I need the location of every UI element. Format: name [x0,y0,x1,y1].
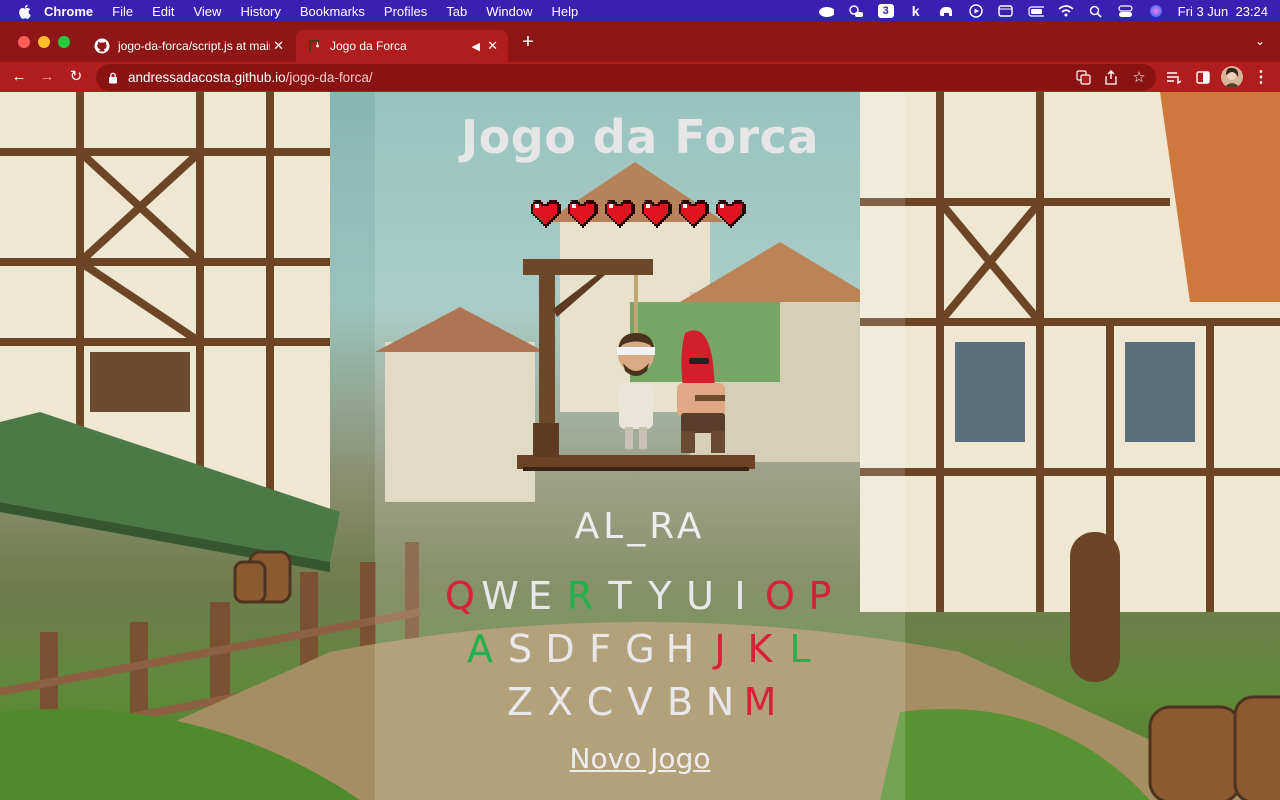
key-s[interactable]: S [500,627,540,671]
gallows-favicon-icon [306,38,322,54]
key-m[interactable]: M [740,680,780,724]
window-icon[interactable] [998,4,1014,18]
heart-icon [568,200,598,228]
gallows-illustration [517,259,755,471]
github-icon [94,38,110,54]
key-b[interactable]: B [660,680,700,724]
lock-icon[interactable] [108,71,120,85]
reload-icon[interactable]: ↻ [66,67,86,87]
menu-bookmarks[interactable]: Bookmarks [300,4,365,19]
chrome-menu-icon[interactable]: ⋮ [1251,67,1271,87]
play-circle-icon[interactable] [968,4,984,18]
siri-icon[interactable] [1148,4,1164,18]
weather-icon[interactable] [848,4,864,18]
key-g[interactable]: G [620,627,660,671]
hidden-word-display: AL_RA [574,506,706,547]
key-d[interactable]: D [540,627,580,671]
key-z[interactable]: Z [500,680,540,724]
forward-arrow-icon[interactable]: → [37,67,57,87]
key-u[interactable]: U [680,574,720,618]
minimize-window-button[interactable] [38,36,50,48]
keyboard-row-2: ASDFGHJKL [375,627,905,671]
key-r[interactable]: R [560,574,600,618]
key-l[interactable]: L [780,627,820,671]
tab-search-chevron-icon[interactable]: ⌄ [1252,34,1268,50]
game-title: Jogo da Forca [461,110,819,164]
tab-title: jogo-da-forca/script.js at main [118,39,270,53]
key-v[interactable]: V [620,680,660,724]
new-game-button[interactable]: Novo Jogo [375,742,905,775]
translate-icon[interactable] [1074,68,1092,86]
key-t[interactable]: T [600,574,640,618]
menu-tab[interactable]: Tab [446,4,467,19]
lives-hearts [529,198,746,228]
heart-icon [531,200,561,228]
profile-avatar[interactable] [1221,66,1243,88]
address-bar[interactable]: andressadacosta.github.io/jogo-da-forca/ [96,64,1156,91]
battery-icon[interactable] [1028,4,1044,18]
side-panel-icon[interactable] [1193,67,1213,87]
key-p[interactable]: P [800,574,840,618]
menu-view[interactable]: View [193,4,221,19]
key-h[interactable]: H [660,627,700,671]
bookmark-star-icon[interactable]: ☆ [1130,68,1148,86]
heart-icon [716,200,746,228]
tab-strip: jogo-da-forca/script.js at main ✕ Jogo d… [0,22,1280,62]
heart-icon [605,200,635,228]
menu-app-name[interactable]: Chrome [44,4,93,19]
tab-title: Jogo da Forca [330,39,407,53]
keyboard-row-3: ZXCVBNM [375,680,905,724]
close-window-button[interactable] [18,36,30,48]
key-i[interactable]: I [720,574,760,618]
new-tab-button[interactable]: + [518,32,538,52]
menu-file[interactable]: File [112,4,133,19]
reading-list-icon[interactable] [1164,67,1184,87]
menubar-clock[interactable]: Fri 3 Jun 23:24 [1178,4,1268,19]
key-e[interactable]: E [520,574,560,618]
menu-window[interactable]: Window [486,4,532,19]
page-viewport: Jogo da Forca AL_RA QWERTYUIOP ASDFGHJKL… [0,92,1280,800]
key-f[interactable]: F [580,627,620,671]
control-center-icon[interactable] [1118,4,1134,18]
url-path: /jogo-da-forca/ [285,70,373,85]
url-host: andressadacosta.github.io [128,70,286,85]
key-q[interactable]: Q [440,574,480,618]
macos-menubar: Chrome File Edit View History Bookmarks … [0,0,1280,22]
menu-help[interactable]: Help [552,4,579,19]
browser-toolbar: ← → ↻ andressadacosta.github.io/jogo-da-… [0,62,1280,92]
badge-number-icon[interactable]: 3 [877,4,894,18]
speaker-muted-icon[interactable]: ◀︎ [472,40,480,53]
menu-profiles[interactable]: Profiles [384,4,427,19]
key-n[interactable]: N [700,680,740,724]
keyboard-row-1: QWERTYUIOP [375,574,905,618]
key-j[interactable]: J [700,627,740,671]
key-x[interactable]: X [540,680,580,724]
heart-icon [679,200,709,228]
tab-jogo-da-forca[interactable]: Jogo da Forca ◀︎ ✕ [296,30,508,62]
zoom-window-button[interactable] [58,36,70,48]
wifi-icon[interactable] [1058,4,1074,18]
cloud-icon[interactable] [818,4,834,18]
spotlight-search-icon[interactable] [1088,4,1104,18]
close-tab-icon[interactable]: ✕ [273,38,284,54]
key-o[interactable]: O [760,574,800,618]
menu-history[interactable]: History [240,4,280,19]
apple-icon[interactable] [16,3,32,19]
key-k[interactable]: K [740,627,780,671]
close-tab-icon[interactable]: ✕ [487,38,498,54]
key-w[interactable]: W [480,574,520,618]
key-a[interactable]: A [460,627,500,671]
share-icon[interactable] [1102,68,1120,86]
menu-edit[interactable]: Edit [152,4,174,19]
key-c[interactable]: C [580,680,620,724]
tab-github-script[interactable]: jogo-da-forca/script.js at main ✕ [84,30,294,62]
heart-icon [642,200,672,228]
back-arrow-icon[interactable]: ← [9,67,29,87]
k-app-icon[interactable]: k [908,3,924,19]
key-y[interactable]: Y [640,574,680,618]
elephant-icon[interactable] [938,4,954,18]
